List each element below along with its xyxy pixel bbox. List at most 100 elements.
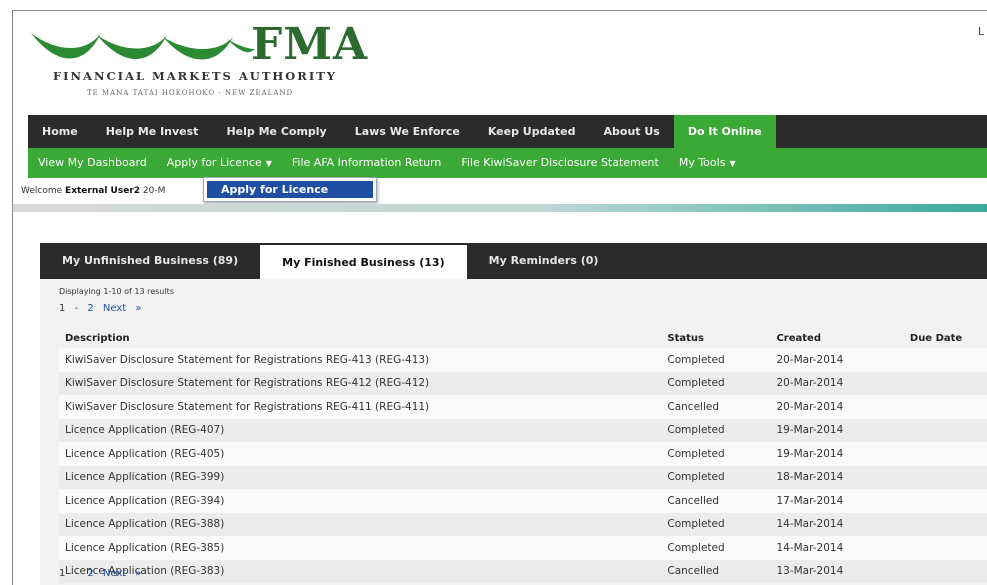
row-due-date (908, 442, 987, 466)
pager-current-page: 1 (59, 303, 66, 314)
subnav-file-kiwisaver-statement[interactable]: File KiwiSaver Disclosure Statement (451, 148, 668, 178)
nav-home[interactable]: Home (28, 115, 92, 148)
row-status: Completed (666, 536, 776, 560)
pager-current-page: 1 (59, 568, 66, 579)
row-description-link[interactable]: Licence Application (REG-405) (59, 442, 667, 466)
welcome-bar: Welcome External User2 20-M (13, 178, 987, 204)
table-row: Licence Application (REG-407) Completed … (59, 418, 987, 442)
row-created: 14-Mar-2014 (775, 536, 909, 560)
welcome-date: 20-M (142, 186, 166, 196)
row-description-link[interactable]: Licence Application (REG-394) (59, 489, 667, 513)
row-status: Cancelled (666, 395, 776, 419)
row-status: Completed (666, 442, 776, 466)
table-header-row: Description Status Created Due Date (59, 329, 987, 348)
results-table: Description Status Created Due Date Kiwi… (59, 329, 987, 583)
row-description-link[interactable]: KiwiSaver Disclosure Statement for Regis… (59, 395, 667, 419)
row-created: 19-Mar-2014 (775, 442, 909, 466)
org-subtitle: TE MANA TATAI HOKOHOKO - NEW ZEALAND (87, 89, 294, 97)
subnav-apply-for-licence[interactable]: Apply for Licence ▼ (157, 148, 282, 178)
browser-frame: FMA FINANCIAL MARKETS AUTHORITY TE MANA … (12, 10, 987, 585)
apply-licence-dropdown: Apply for Licence (203, 177, 377, 202)
row-created: 20-Mar-2014 (775, 371, 909, 395)
row-status: Completed (666, 371, 776, 395)
business-tabs: My Unfinished Business (89) My Finished … (40, 243, 987, 279)
row-description-link[interactable]: Licence Application (REG-385) (59, 536, 667, 560)
table-row: Licence Application (REG-394) Cancelled … (59, 489, 987, 513)
row-created: 14-Mar-2014 (775, 512, 909, 536)
subnav-my-tools[interactable]: My Tools ▼ (669, 148, 746, 178)
nav-help-me-invest[interactable]: Help Me Invest (92, 115, 213, 148)
row-due-date (908, 536, 987, 560)
fma-logo-text: FMA (251, 19, 369, 70)
column-header-created[interactable]: Created (775, 329, 908, 348)
nav-help-me-comply[interactable]: Help Me Comply (212, 115, 340, 148)
row-status: Cancelled (666, 559, 776, 583)
column-header-status[interactable]: Status (666, 329, 775, 348)
row-due-date (908, 512, 987, 536)
tab-finished-business[interactable]: My Finished Business (13) (260, 243, 467, 279)
subnav-apply-label: Apply for Licence (166, 156, 262, 169)
pager-page-2[interactable]: 2 (87, 568, 93, 579)
welcome-prefix: Welcome (21, 186, 63, 196)
main-navigation: Home Help Me Invest Help Me Comply Laws … (28, 115, 987, 148)
pager-page-2[interactable]: 2 (87, 303, 93, 314)
row-description-link[interactable]: Licence Application (REG-407) (59, 418, 667, 442)
row-created: 17-Mar-2014 (775, 489, 909, 513)
subnav-file-afa-return[interactable]: File AFA Information Return (282, 148, 451, 178)
subnav-my-tools-label: My Tools (678, 156, 726, 169)
row-description-link[interactable]: Licence Application (REG-388) (59, 512, 667, 536)
table-row: Licence Application (REG-399) Completed … (59, 465, 987, 489)
row-status: Completed (666, 348, 776, 372)
subnav-view-dashboard[interactable]: View My Dashboard (28, 148, 157, 178)
tab-reminders[interactable]: My Reminders (0) (467, 243, 621, 279)
caret-down-icon: ▼ (265, 159, 272, 168)
row-created: 13-Mar-2014 (775, 559, 909, 583)
results-count: Displaying 1-10 of 13 results (59, 287, 174, 296)
table-row: Licence Application (REG-388) Completed … (59, 512, 987, 536)
results-panel: Displaying 1-10 of 13 results 1 - 2 Next… (40, 279, 987, 585)
nav-do-it-online[interactable]: Do It Online (673, 115, 776, 148)
tab-unfinished-business[interactable]: My Unfinished Business (89) (40, 243, 260, 279)
row-due-date (908, 465, 987, 489)
row-due-date (908, 371, 987, 395)
row-status: Completed (666, 512, 776, 536)
row-due-date (908, 395, 987, 419)
site-header: FMA FINANCIAL MARKETS AUTHORITY TE MANA … (13, 11, 987, 113)
row-description-link[interactable]: KiwiSaver Disclosure Statement for Regis… (59, 348, 667, 372)
row-description-link[interactable]: Licence Application (REG-399) (59, 465, 667, 489)
row-due-date (908, 559, 987, 583)
pager-next[interactable]: Next » (103, 568, 142, 579)
nav-about-us[interactable]: About Us (590, 115, 674, 148)
row-description-link[interactable]: KiwiSaver Disclosure Statement for Regis… (59, 371, 667, 395)
row-due-date (908, 489, 987, 513)
sub-navigation: View My Dashboard Apply for Licence ▼ Fil… (28, 148, 987, 178)
pager-bottom: 1 - 2 Next » (59, 568, 142, 579)
row-status: Completed (666, 465, 776, 489)
welcome-user: External User2 (65, 186, 141, 196)
table-row: Licence Application (REG-385) Completed … (59, 536, 987, 560)
row-created: 20-Mar-2014 (775, 348, 909, 372)
row-status: Completed (666, 418, 776, 442)
row-due-date (908, 418, 987, 442)
table-row: Licence Application (REG-405) Completed … (59, 442, 987, 466)
header-corner-link[interactable]: L (978, 25, 984, 38)
table-row: KiwiSaver Disclosure Statement for Regis… (59, 371, 987, 395)
row-status: Cancelled (666, 489, 776, 513)
column-header-description[interactable]: Description (59, 329, 666, 348)
row-created: 18-Mar-2014 (775, 465, 909, 489)
dropdown-option-apply-for-licence[interactable]: Apply for Licence (207, 181, 373, 198)
org-name: FINANCIAL MARKETS AUTHORITY (53, 69, 337, 83)
row-created: 20-Mar-2014 (775, 395, 909, 419)
table-row: KiwiSaver Disclosure Statement for Regis… (59, 348, 987, 372)
row-description-link[interactable]: Licence Application (REG-383) (59, 559, 667, 583)
fma-wave-logo-icon (31, 33, 255, 60)
nav-keep-updated[interactable]: Keep Updated (474, 115, 590, 148)
row-due-date (908, 348, 987, 372)
caret-down-icon: ▼ (729, 159, 736, 168)
pager-next[interactable]: Next » (103, 303, 142, 314)
nav-laws-we-enforce[interactable]: Laws We Enforce (341, 115, 474, 148)
row-created: 19-Mar-2014 (775, 418, 909, 442)
decorative-gradient-bar (13, 204, 987, 212)
column-header-due-date[interactable]: Due Date (909, 329, 987, 348)
table-row: KiwiSaver Disclosure Statement for Regis… (59, 395, 987, 419)
